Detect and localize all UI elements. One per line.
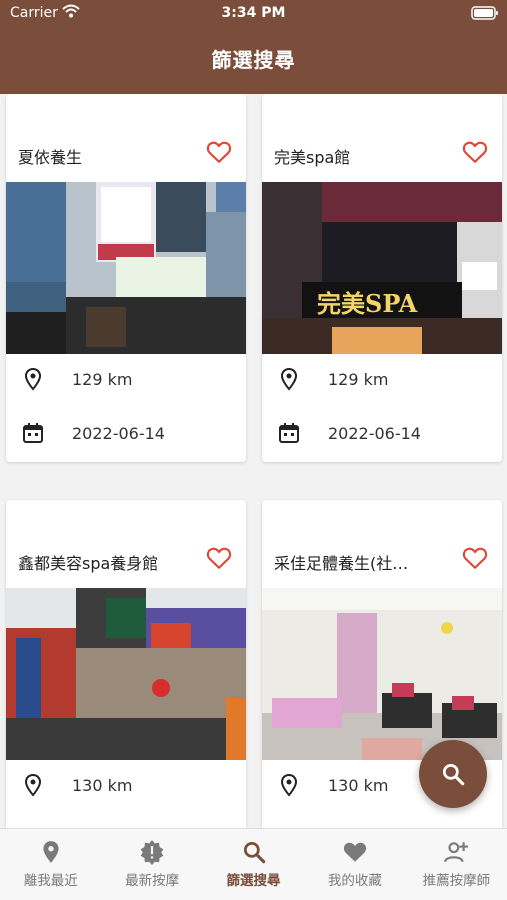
- location-pin-icon: [280, 367, 298, 391]
- date-text: 2022-06-14: [328, 424, 421, 443]
- tab-nearby[interactable]: 離我最近: [0, 829, 101, 900]
- shop-name: 采佳足體養生(社…: [274, 554, 409, 573]
- heart-outline-icon[interactable]: [462, 546, 488, 570]
- tab-label: 最新按摩: [125, 873, 180, 889]
- tab-latest[interactable]: 最新按摩: [101, 829, 202, 900]
- shop-card[interactable]: 鑫都美容spa養身館 130 km: [6, 500, 246, 828]
- tab-label: 我的收藏: [327, 873, 382, 889]
- distance-text: 130 km: [328, 776, 389, 795]
- shop-name: 完美spa館: [274, 148, 351, 167]
- shop-photo[interactable]: 完美SPA: [262, 182, 502, 354]
- location-pin-icon: [43, 841, 59, 863]
- shop-photo[interactable]: [262, 588, 502, 760]
- heart-outline-icon[interactable]: [206, 546, 232, 570]
- svg-text:完美SPA: 完美SPA: [317, 289, 418, 318]
- app-header: Carrier 3:34 PM 篩選搜尋: [0, 0, 507, 94]
- date-text: 2022-06-14: [72, 424, 165, 443]
- distance-text: 129 km: [72, 370, 133, 389]
- date-row: 2022-06-14: [262, 408, 502, 462]
- distance-text: 129 km: [328, 370, 389, 389]
- location-pin-icon: [24, 367, 42, 391]
- tab-label: 推薦按摩師: [422, 873, 491, 889]
- card-header: 完美spa館: [262, 94, 502, 182]
- results-grid[interactable]: 夏依養生 129 km 2022-06-14 完美spa館 完美SPA 129 …: [0, 94, 507, 828]
- distance-row: 129 km: [6, 354, 246, 408]
- tab-filter-search[interactable]: 篩選搜尋: [203, 829, 304, 900]
- search-icon: [243, 841, 265, 864]
- tab-label: 篩選搜尋: [226, 873, 281, 889]
- card-header: 鑫都美容spa養身館: [6, 500, 246, 588]
- storefront-photo: [6, 588, 246, 760]
- heart-icon: [343, 842, 366, 862]
- tab-favorites[interactable]: 我的收藏: [304, 829, 405, 900]
- shop-photo[interactable]: [6, 588, 246, 760]
- interior-photo: [262, 588, 502, 760]
- distance-row: 130 km: [6, 760, 246, 814]
- shop-photo[interactable]: [6, 182, 246, 354]
- shop-card[interactable]: 夏依養生 129 km 2022-06-14: [6, 94, 246, 462]
- person-add-icon: [444, 842, 469, 863]
- heart-outline-icon[interactable]: [206, 140, 232, 164]
- shop-name: 鑫都美容spa養身館: [18, 554, 159, 573]
- date-row: 2022-06-16: [262, 814, 502, 828]
- battery-icon: [471, 6, 498, 20]
- location-pin-icon: [24, 773, 42, 797]
- bottom-tab-bar: 離我最近 最新按摩 篩選搜尋 我的收藏 推薦按摩師: [0, 828, 507, 900]
- calendar-icon: [279, 423, 299, 443]
- search-fab-button[interactable]: [419, 740, 487, 808]
- date-row: 2022-06-14: [6, 814, 246, 828]
- shop-card[interactable]: 完美spa館 完美SPA 129 km 2022-06-14: [262, 94, 502, 462]
- search-icon: [442, 763, 465, 786]
- new-badge-icon: [140, 840, 164, 865]
- tab-recommend-therapist[interactable]: 推薦按摩師: [406, 829, 507, 900]
- tab-label: 離我最近: [23, 873, 78, 889]
- status-bar: Carrier 3:34 PM: [0, 0, 507, 28]
- card-header: 夏依養生: [6, 94, 246, 182]
- distance-row: 129 km: [262, 354, 502, 408]
- storefront-photo: 完美SPA: [262, 182, 502, 354]
- shop-name: 夏依養生: [18, 148, 83, 167]
- storefront-photo: [6, 182, 246, 354]
- date-row: 2022-06-14: [6, 408, 246, 462]
- clock: 3:34 PM: [221, 5, 286, 21]
- distance-text: 130 km: [72, 776, 133, 795]
- heart-outline-icon[interactable]: [462, 140, 488, 164]
- card-header: 采佳足體養生(社…: [262, 500, 502, 588]
- calendar-icon: [23, 423, 43, 443]
- page-title: 篩選搜尋: [211, 48, 296, 72]
- location-pin-icon: [280, 773, 298, 797]
